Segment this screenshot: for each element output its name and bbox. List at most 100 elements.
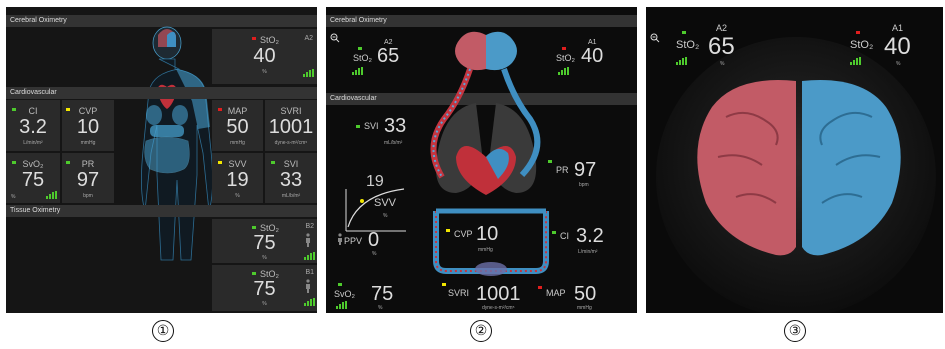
- body-location-icon: [306, 279, 310, 293]
- tile-value: 33: [279, 169, 303, 191]
- tile-label: CVP: [78, 106, 98, 116]
- tile-label: SvO₂: [22, 159, 44, 169]
- map-value[interactable]: 50: [574, 283, 596, 306]
- callout-1: ①: [152, 320, 174, 342]
- status-dot-icon: [548, 160, 552, 163]
- status-dot-icon: [682, 31, 686, 34]
- brain-view-panel: A2 StO₂ 65 % A1 StO₂ 40 %: [646, 7, 943, 313]
- tile-label: SVRI: [280, 106, 302, 116]
- tissue-oximetry-header: Tissue Oximetry: [6, 205, 317, 217]
- body-location-icon: [338, 233, 342, 245]
- a2-value[interactable]: 65: [708, 33, 735, 61]
- tile-unit: mmHg: [80, 140, 96, 146]
- tile-unit: %: [11, 194, 16, 200]
- map-tile[interactable]: MAP 50 mmHg: [212, 100, 263, 151]
- tile-value: 10: [76, 116, 100, 138]
- svo2-tile[interactable]: SvO₂ 75 %: [6, 153, 60, 203]
- tile-value: 3.2: [19, 116, 47, 138]
- pr-tile[interactable]: PR 97 bpm: [62, 153, 114, 203]
- tile-value: 40: [253, 45, 276, 67]
- svri-value[interactable]: 1001: [476, 283, 521, 306]
- channel-label: B2: [305, 223, 314, 230]
- ppv-value[interactable]: 0: [368, 229, 379, 252]
- ci-tile[interactable]: CI 3.2 L/min/m²: [6, 100, 60, 151]
- body-location-icon: [306, 233, 310, 247]
- signal-bars-icon: [558, 67, 569, 75]
- signal-bars-icon: [303, 69, 314, 77]
- svri-label[interactable]: SVRI: [448, 288, 469, 298]
- svv-label[interactable]: SVV: [374, 197, 396, 209]
- a1-unit: %: [896, 61, 901, 67]
- status-dot-icon: [356, 125, 360, 128]
- status-dot-icon: [552, 231, 556, 234]
- svv-value[interactable]: 19: [366, 173, 384, 191]
- zoom-out-icon[interactable]: [330, 33, 340, 43]
- tile-value: 75: [21, 169, 45, 191]
- a2-value[interactable]: 65: [377, 45, 399, 68]
- pr-value[interactable]: 97: [574, 159, 596, 182]
- status-dot-icon: [338, 283, 342, 286]
- channel-label: A2: [304, 35, 313, 42]
- tile-value: 97: [76, 169, 100, 191]
- status-dot-icon: [538, 286, 542, 289]
- zoom-out-icon[interactable]: [650, 33, 660, 43]
- signal-bars-icon: [304, 252, 315, 260]
- svri-unit: dyne-s-m²/cm⁵: [482, 305, 515, 311]
- tile-value: 75: [253, 232, 276, 254]
- svo2-label[interactable]: SvO₂: [334, 289, 355, 299]
- ppv-label[interactable]: PPV: [344, 236, 362, 246]
- status-dot-icon: [562, 47, 566, 50]
- tile-unit: %: [235, 193, 240, 199]
- status-dot-icon: [856, 31, 860, 34]
- tile-label: PR: [81, 159, 95, 169]
- signal-bars-icon: [46, 191, 57, 199]
- status-dot-icon: [442, 283, 446, 286]
- tile-value: 1001: [268, 116, 314, 138]
- cvp-label[interactable]: CVP: [454, 229, 473, 239]
- tile-unit: dyne-s-m²/cm⁵: [274, 140, 308, 146]
- cerebral-sto2-tile[interactable]: StO₂ 40 % A2: [212, 29, 317, 84]
- signal-bars-icon: [336, 301, 347, 309]
- svv-tile[interactable]: SVV 19 %: [212, 153, 263, 203]
- svo2-unit: %: [378, 305, 383, 311]
- tile-value: 19: [226, 169, 249, 191]
- tile-label: MAP: [227, 106, 248, 116]
- svri-tile[interactable]: SVRI 1001 dyne-s-m²/cm⁵: [265, 100, 317, 151]
- callout-3: ③: [784, 320, 806, 342]
- signal-bars-icon: [352, 67, 363, 75]
- a2-unit: %: [720, 61, 725, 67]
- physiology-view-panel: Cerebral Oximetry Cardiovascular A2 StO₂…: [326, 7, 637, 313]
- a1-label[interactable]: StO₂: [850, 39, 873, 51]
- status-dot-icon: [358, 47, 362, 50]
- tile-unit: %: [262, 255, 267, 261]
- svo2-value[interactable]: 75: [371, 283, 393, 306]
- tile-unit: mL/b/m²: [281, 193, 301, 199]
- cvp-unit: mmHg: [478, 247, 493, 253]
- tile-unit: bpm: [83, 193, 93, 199]
- a1-value[interactable]: 40: [884, 33, 911, 61]
- tile-label: SVV: [228, 159, 247, 169]
- signal-bars-icon: [676, 57, 687, 65]
- tile-unit: mmHg: [230, 140, 245, 146]
- ci-unit: L/min/m²: [578, 249, 598, 255]
- channel-label: A1: [892, 23, 904, 33]
- a1-value[interactable]: 40: [581, 45, 603, 68]
- a2-label[interactable]: StO₂: [676, 39, 699, 51]
- cvp-tile[interactable]: CVP 10 mmHg: [62, 100, 114, 151]
- signal-bars-icon: [850, 57, 861, 65]
- map-label[interactable]: MAP: [546, 288, 566, 298]
- cvp-value[interactable]: 10: [476, 223, 498, 246]
- pr-label[interactable]: PR: [556, 165, 569, 175]
- ci-label[interactable]: CI: [560, 231, 569, 241]
- svv-unit: %: [383, 213, 388, 219]
- tissue-b1-tile[interactable]: StO₂ 75 % B1: [212, 265, 317, 311]
- tissue-b2-tile[interactable]: StO₂ 75 % B2: [212, 219, 317, 263]
- ci-value[interactable]: 3.2: [576, 225, 604, 248]
- a1-label[interactable]: StO₂: [556, 53, 575, 63]
- svi-label[interactable]: SVI: [364, 121, 379, 131]
- svi-tile[interactable]: SVI 33 mL/b/m²: [265, 153, 317, 203]
- svi-value[interactable]: 33: [384, 115, 406, 138]
- svi-unit: mL/b/m²: [384, 140, 403, 146]
- a2-label[interactable]: StO₂: [353, 53, 372, 63]
- pr-unit: bpm: [579, 182, 589, 188]
